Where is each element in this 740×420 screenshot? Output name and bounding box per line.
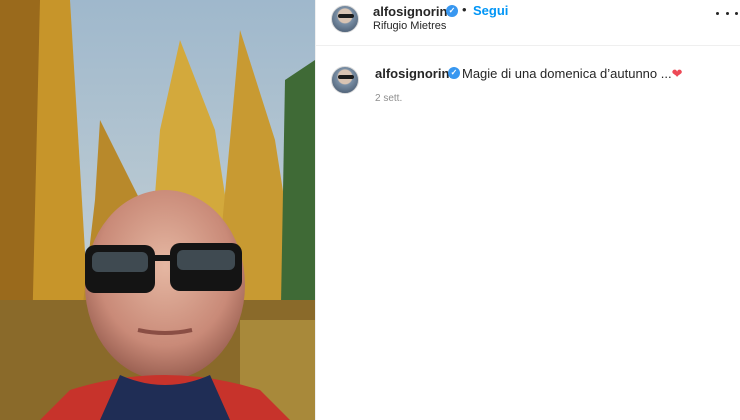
caption-username-link[interactable]: alfosignorini bbox=[375, 66, 453, 81]
separator-dot: • bbox=[462, 2, 467, 17]
post-side-panel: alfosignorini ✓ • Segui Rifugio Mietres … bbox=[315, 0, 740, 420]
follow-button[interactable]: Segui bbox=[473, 3, 508, 18]
more-options-icon[interactable] bbox=[716, 7, 738, 19]
post-header: alfosignorini ✓ • Segui Rifugio Mietres bbox=[316, 0, 740, 46]
post-timestamp[interactable]: 2 sett. bbox=[375, 93, 402, 104]
caption-verified-badge-icon: ✓ bbox=[448, 67, 460, 79]
caption-avatar[interactable] bbox=[331, 66, 359, 94]
heart-emoji-icon: ❤ bbox=[671, 66, 683, 81]
caption-body: Magie di una domenica d’autunno ... bbox=[462, 66, 672, 81]
verified-badge-icon: ✓ bbox=[446, 5, 458, 17]
username-link[interactable]: alfosignorini bbox=[373, 4, 451, 19]
post-photo[interactable] bbox=[0, 0, 315, 420]
location-link[interactable]: Rifugio Mietres bbox=[373, 20, 446, 32]
caption-text: Magie di una domenica d’autunno ...❤ bbox=[462, 66, 683, 82]
photo-selfie-autumn-forest bbox=[0, 0, 315, 420]
avatar[interactable] bbox=[331, 5, 359, 33]
instagram-post: alfosignorini ✓ • Segui Rifugio Mietres … bbox=[0, 0, 740, 420]
